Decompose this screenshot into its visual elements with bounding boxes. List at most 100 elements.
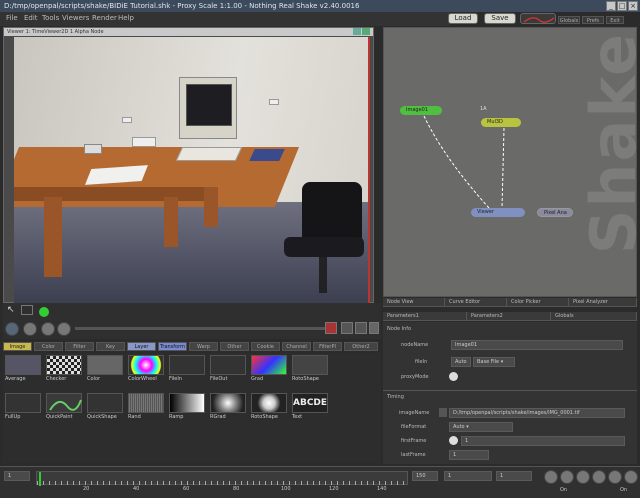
network-icon[interactable]	[520, 13, 556, 24]
first-frame-field[interactable]: 1	[461, 436, 625, 446]
tool-color[interactable]: Color	[87, 355, 125, 387]
image-viewer[interactable]: Viewer 1: TimeViewer2D 1 Alpha Node	[3, 27, 374, 303]
toolbox-tab-warp[interactable]: Warp	[189, 342, 218, 351]
stop-icon[interactable]	[576, 470, 590, 484]
increment-field[interactable]: 1	[496, 471, 532, 481]
maximize-button[interactable]: □	[617, 1, 627, 11]
tab-curve-editor[interactable]: Curve Editor	[445, 298, 507, 307]
viewer-close-icon[interactable]	[362, 28, 370, 35]
update-icon[interactable]	[23, 322, 37, 336]
toolbox-tab-layer[interactable]: Layer	[127, 342, 156, 351]
toolbox-tab-other2[interactable]: Other2	[344, 342, 378, 351]
toolbox-tab-channel[interactable]: Channel	[282, 342, 311, 351]
menu-file[interactable]: File	[6, 14, 18, 22]
rewind-icon[interactable]	[544, 470, 558, 484]
tab-parameters2[interactable]: Parameters2	[467, 312, 551, 321]
save-button[interactable]: Save	[484, 13, 516, 24]
tool-filein[interactable]: FileIn	[169, 355, 207, 387]
frame-icon[interactable]	[21, 305, 33, 315]
tool-ramp[interactable]: Ramp	[169, 393, 207, 425]
browse-icon[interactable]	[439, 408, 447, 417]
toolbox-tab-transform[interactable]: Transform	[158, 342, 187, 351]
prefs-button[interactable]: Prefs	[582, 16, 604, 24]
red-square-icon[interactable]	[325, 322, 337, 334]
tab-globals[interactable]: Globals	[551, 312, 637, 321]
menu-icon[interactable]	[41, 322, 55, 336]
toolbox-tab-image[interactable]: Image	[3, 342, 32, 351]
node-name-field[interactable]: Image01	[451, 340, 623, 350]
viewer-title-bar: Viewer 1: TimeViewer2D 1 Alpha Node	[4, 28, 373, 36]
socket-icon	[122, 117, 132, 123]
exit-button[interactable]: Exit	[606, 16, 624, 24]
proxy-mode-toggle-icon[interactable]	[449, 372, 458, 381]
tab-parameters1[interactable]: Parameters1	[383, 312, 467, 321]
file-in-field[interactable]: Auto	[451, 357, 471, 367]
file-format-dropdown[interactable]: Auto ▾	[449, 422, 513, 432]
end-icon[interactable]	[624, 470, 638, 484]
timeline-ruler[interactable]: 20 40 60 80 100 120 140	[36, 471, 408, 492]
globals-button[interactable]: Globals	[558, 16, 580, 24]
toolbox-tab-filterpl[interactable]: FilterPl	[313, 342, 342, 351]
tick-label: 60	[183, 486, 190, 492]
tool-quickshape[interactable]: QuickShape	[87, 393, 125, 425]
tool-checker[interactable]: Checker	[46, 355, 84, 387]
minimize-button[interactable]: _	[606, 1, 616, 11]
first-frame-toggle-icon[interactable]	[449, 436, 458, 445]
ramp-icon	[169, 393, 205, 413]
viewer-green-icon[interactable]	[353, 28, 361, 35]
menu-help[interactable]: Help	[118, 14, 134, 22]
current-frame-field[interactable]: 1	[444, 471, 492, 481]
node-pixel-analyzer[interactable]: Pixel Ana	[537, 208, 573, 217]
compare-icon[interactable]	[355, 322, 367, 334]
toolbox-tab-color[interactable]: Color	[34, 342, 63, 351]
menu-render[interactable]: Render	[92, 14, 117, 22]
options-icon[interactable]	[369, 322, 379, 334]
toolbox-tab-key[interactable]: Key	[96, 342, 125, 351]
tool-rotoshape[interactable]: RotoShape	[251, 393, 289, 425]
tab-node-view[interactable]: Node View	[383, 298, 445, 307]
step-back-icon[interactable]	[560, 470, 574, 484]
tool-average[interactable]: Average	[5, 355, 43, 387]
toolbox-tab-cookie[interactable]: Cookie	[251, 342, 280, 351]
close-button[interactable]: ×	[628, 1, 638, 11]
tab-pixel-analyzer[interactable]: Pixel Analyzer	[569, 298, 637, 307]
pointer-icon[interactable]: ↖	[7, 305, 15, 315]
toolbox-tab-other[interactable]: Other	[220, 342, 249, 351]
tool-quickpaint[interactable]: QuickPaint	[46, 393, 84, 425]
channel-icon[interactable]	[57, 322, 71, 336]
tool-rotoshape-top[interactable]: RotoShape	[292, 355, 330, 387]
grid-icon[interactable]	[341, 322, 353, 334]
toolbox-tab-filter[interactable]: Filter	[65, 342, 94, 351]
color-wheel-icon[interactable]	[5, 322, 19, 336]
menu-tools[interactable]: Tools	[42, 14, 59, 22]
menu-viewers[interactable]: Viewers	[62, 14, 89, 22]
forward-icon[interactable]	[608, 470, 622, 484]
tool-colorwheel[interactable]: ColorWheel	[128, 355, 166, 387]
node-image01[interactable]: Image01	[400, 106, 442, 115]
tab-color-picker[interactable]: Color Picker	[507, 298, 569, 307]
node-mul3d[interactable]: Mul3D	[481, 118, 521, 127]
tool-rgrad[interactable]: RGrad	[210, 393, 248, 425]
viewer-window-icons[interactable]	[353, 28, 371, 36]
filein-icon	[169, 355, 205, 375]
tool-grad[interactable]: Grad	[251, 355, 289, 387]
node-view[interactable]: Shake Image01 1A Mul3D Viewer Pixel Ana	[383, 27, 637, 297]
tool-text[interactable]: ABCDE Text	[292, 393, 330, 425]
viewer-slider[interactable]	[75, 327, 325, 330]
timeline-ticks	[37, 481, 407, 485]
tool-rand[interactable]: Rand	[128, 393, 166, 425]
timeline-end-field[interactable]: 150	[412, 471, 438, 481]
node-viewer[interactable]: Viewer	[471, 208, 525, 217]
last-frame-field[interactable]: 1	[449, 450, 489, 460]
image-name-field[interactable]: D:/tmp/openpal/scripts/shake/images/IMG_…	[449, 408, 625, 418]
load-button[interactable]: Load	[448, 13, 478, 24]
timeline-start-field[interactable]: 1	[4, 471, 30, 481]
tool-fileout[interactable]: FileOut	[210, 355, 248, 387]
menu-edit[interactable]: Edit	[24, 14, 38, 22]
tick-label: 140	[377, 486, 387, 492]
tool-fullup[interactable]: FullUp	[5, 393, 43, 425]
play-label: On	[620, 487, 628, 493]
file-in-dropdown[interactable]: Base File ▾	[473, 357, 515, 367]
green-dot-icon[interactable]	[39, 307, 49, 317]
play-icon[interactable]	[592, 470, 606, 484]
